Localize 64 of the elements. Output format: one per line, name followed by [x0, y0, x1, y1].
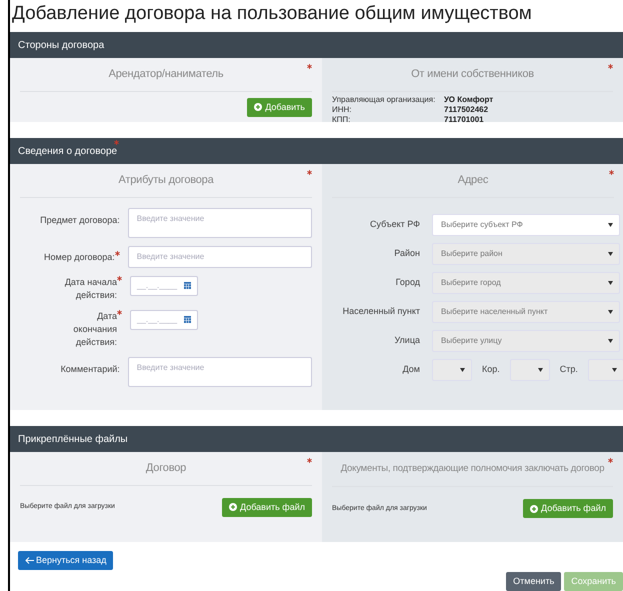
placeholder-text: Выберите район	[441, 248, 502, 260]
placeholder-text: Введите значение	[136, 362, 204, 374]
field-label: Стр.	[560, 362, 578, 376]
info-value: 711701001	[444, 114, 485, 124]
placeholder-text: Введите значение	[136, 212, 204, 224]
plus-circle-icon	[229, 503, 238, 511]
panel-title: От имени собственников	[411, 67, 534, 82]
calendar-icon[interactable]	[184, 316, 191, 323]
panel-title: Атрибуты договора	[118, 173, 214, 188]
field-label: Город	[396, 276, 420, 289]
plus-circle-icon	[530, 504, 538, 513]
caret-icon	[608, 310, 613, 314]
placeholder-text: Выберите населенный пункт	[441, 306, 548, 318]
info-value: 7117502462	[444, 104, 490, 114]
section-title: Стороны договора	[18, 38, 104, 52]
field-label: Дом	[402, 362, 420, 376]
caret-icon	[608, 338, 613, 342]
cancel-button[interactable]: Отменить	[506, 572, 562, 591]
field-label: Дата окончания действия:	[72, 310, 117, 348]
field-label: Номер договора:	[44, 250, 115, 264]
caret-icon	[608, 222, 613, 226]
select-field[interactable]: Выберите субъект РФ	[432, 214, 620, 236]
field-label: Кор.	[482, 362, 500, 376]
section-title: Прикреплённые файлы	[18, 432, 128, 446]
panel-title: Договор	[146, 461, 186, 476]
field-label: Субъект РФ	[370, 218, 420, 231]
placeholder-text: __.__.____	[137, 280, 178, 292]
date-field[interactable]: __.__.____	[130, 276, 198, 296]
panel-title: Адрес	[458, 173, 488, 188]
info-label: ИНН:	[332, 104, 353, 114]
info-label: КПП:	[332, 114, 352, 124]
placeholder-text: __.__.____	[137, 314, 178, 326]
panel-title: Документы, подтверждающие полномочия заключать договор	[340, 462, 604, 476]
caret-icon	[538, 368, 543, 372]
placeholder-text: Выберите субъект РФ	[441, 218, 523, 230]
placeholder-text: Введите значение	[136, 250, 204, 262]
placeholder-text: Выберите город	[441, 276, 501, 288]
field-label: Населенный пункт	[342, 304, 420, 318]
field-label: Район	[394, 246, 420, 260]
caret-icon	[608, 280, 613, 284]
add-button[interactable]: Добавить	[247, 98, 312, 116]
caret-icon	[612, 368, 617, 372]
info-value: УО Комфорт	[444, 94, 494, 104]
caret-icon	[460, 368, 465, 372]
field-label: Комментарий:	[60, 362, 120, 376]
add-file-button[interactable]: Добавить файл	[523, 499, 613, 518]
input-field[interactable]: Введите значение	[128, 246, 312, 268]
section-title: Сведения о договоре	[18, 144, 118, 158]
date-field[interactable]: __.__.____	[130, 310, 198, 330]
panel-title: Арендатор/наниматель	[108, 67, 224, 82]
info-label: Управляющая организация:	[332, 94, 436, 104]
placeholder-text: Выберите улицу	[441, 334, 502, 346]
field-label: Предмет договора:	[40, 214, 120, 227]
add-file-button[interactable]: Добавить файл	[222, 498, 312, 516]
field-label: Дата начала действия:	[64, 276, 117, 302]
field-label: Улица	[394, 334, 420, 347]
back-button[interactable]: Вернуться назад	[18, 551, 114, 570]
plus-circle-icon	[254, 103, 262, 111]
arrow-left-icon	[25, 557, 34, 564]
calendar-icon[interactable]	[184, 282, 191, 289]
page-title: Добавление договора на пользование общим имуществом	[11, 2, 533, 26]
textarea-field[interactable]: Введите значение	[128, 356, 312, 386]
caret-icon	[608, 252, 613, 256]
textarea-field[interactable]: Введите значение	[128, 208, 312, 238]
